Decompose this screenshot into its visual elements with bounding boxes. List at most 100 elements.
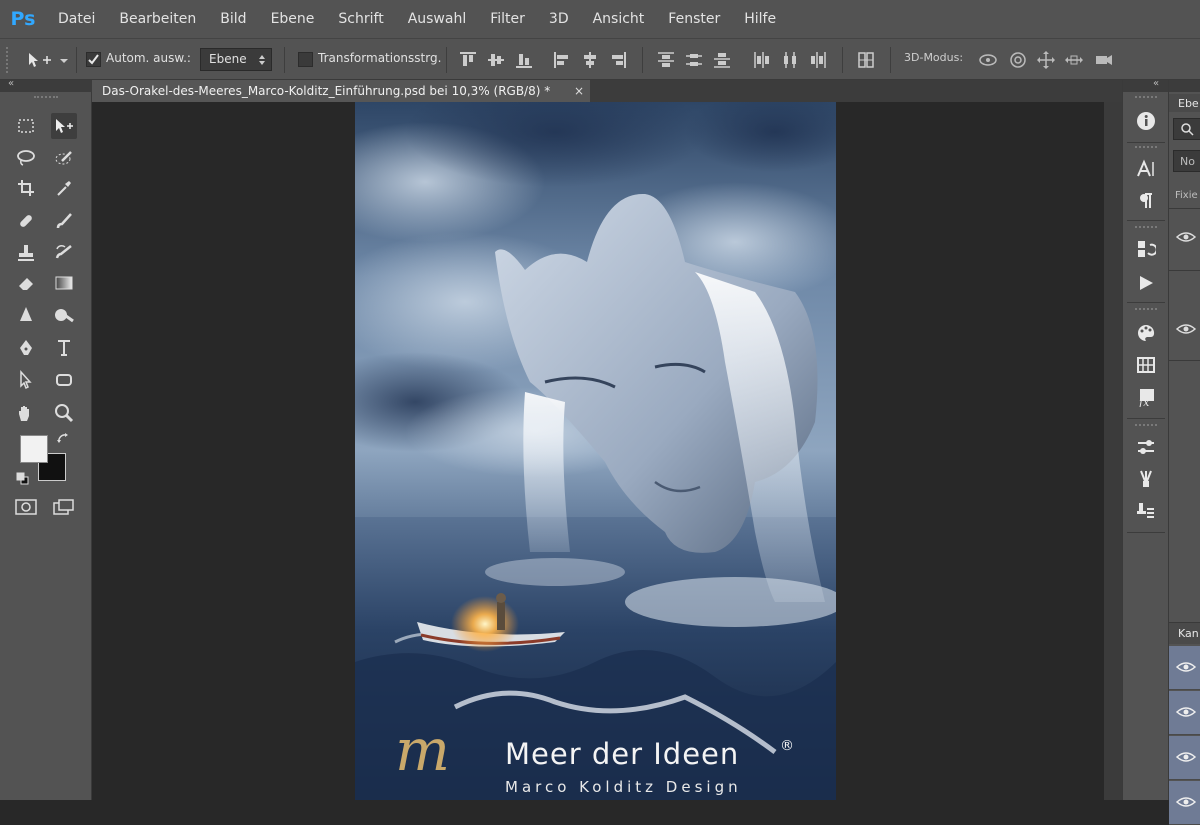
menu-datei[interactable]: Datei: [46, 0, 107, 38]
3d-scale-icon[interactable]: [1094, 50, 1114, 70]
styles-panel-icon[interactable]: fx: [1135, 386, 1157, 408]
path-selection-tool-icon[interactable]: [13, 367, 39, 393]
move-tool-icon[interactable]: [51, 113, 77, 139]
menu-fenster[interactable]: Fenster: [656, 0, 732, 38]
distribute-bottom-icon[interactable]: [712, 50, 732, 70]
channel-row[interactable]: [1169, 781, 1200, 825]
collapse-chevrons-icon[interactable]: «: [1153, 78, 1159, 89]
tools-panel-header[interactable]: «: [0, 78, 92, 92]
menu-ebene[interactable]: Ebene: [259, 0, 327, 38]
layers-panel-header[interactable]: [1169, 80, 1200, 92]
canvas-workspace[interactable]: m Meer der Ideen ® Marco Kolditz Design: [92, 102, 1104, 800]
menu-filter[interactable]: Filter: [478, 0, 537, 38]
swatches-panel-icon[interactable]: [1135, 354, 1157, 376]
clone-source-panel-icon[interactable]: [1135, 500, 1157, 522]
align-bottom-edges-icon[interactable]: [514, 50, 534, 70]
dock-grip-3[interactable]: [1135, 226, 1157, 229]
paragraph-panel-icon[interactable]: [1135, 190, 1157, 212]
healing-brush-tool-icon[interactable]: [13, 208, 39, 234]
channels-tab[interactable]: Kan: [1169, 622, 1200, 644]
color-panel-icon[interactable]: [1135, 322, 1157, 344]
menu-auswahl[interactable]: Auswahl: [396, 0, 479, 38]
distribute-left-icon[interactable]: [752, 50, 772, 70]
tools-grip[interactable]: [34, 96, 58, 99]
history-panel-icon[interactable]: [1135, 238, 1157, 260]
clone-stamp-tool-icon[interactable]: [13, 240, 39, 266]
brush-tool-icon[interactable]: [51, 208, 77, 234]
menu-hilfe[interactable]: Hilfe: [732, 0, 788, 38]
move-tool-preset-icon[interactable]: [26, 50, 70, 70]
transform-controls-checkbox[interactable]: [298, 52, 313, 67]
channel-row[interactable]: [1169, 736, 1200, 780]
3d-pan-icon[interactable]: [1036, 50, 1056, 70]
gradient-tool-icon[interactable]: [51, 270, 77, 296]
tab-close-button[interactable]: ×: [574, 84, 584, 98]
auto-select-checkbox[interactable]: [86, 52, 101, 67]
channel-visibility-eye-icon[interactable]: [1176, 705, 1196, 719]
adjustments-panel-icon[interactable]: [1135, 436, 1157, 458]
document-tab[interactable]: Das-Orakel-des-Meeres_Marco-Kolditz_Einf…: [92, 80, 590, 102]
blend-mode-select[interactable]: No: [1173, 150, 1200, 172]
layer-visibility-eye-icon[interactable]: [1176, 230, 1196, 244]
actions-panel-icon[interactable]: [1135, 272, 1157, 294]
channel-row[interactable]: [1169, 691, 1200, 735]
rectangle-tool-icon[interactable]: [51, 367, 77, 393]
document-canvas[interactable]: m Meer der Ideen ® Marco Kolditz Design: [355, 102, 836, 800]
layer-select-dropdown[interactable]: Ebene: [200, 48, 272, 71]
auto-align-layers-icon[interactable]: [856, 50, 876, 70]
hand-tool-icon[interactable]: [13, 400, 39, 426]
lasso-tool-icon[interactable]: [13, 145, 39, 171]
eraser-tool-icon[interactable]: [13, 270, 39, 296]
crop-tool-icon[interactable]: [13, 175, 39, 201]
align-top-edges-icon[interactable]: [458, 50, 478, 70]
layer-filter-search[interactable]: [1173, 118, 1200, 140]
layer-visibility-eye-icon[interactable]: [1176, 322, 1196, 336]
default-colors-icon[interactable]: [16, 472, 30, 486]
menu-schrift[interactable]: Schrift: [326, 0, 395, 38]
dock-grip-2[interactable]: [1135, 146, 1157, 149]
vertical-scrollbar[interactable]: [1104, 102, 1122, 800]
3d-roll-icon[interactable]: [1008, 50, 1028, 70]
quick-selection-tool-icon[interactable]: [51, 145, 77, 171]
align-horizontal-centers-icon[interactable]: [580, 50, 600, 70]
3d-rotate-icon[interactable]: [978, 50, 998, 70]
foreground-color-swatch[interactable]: [20, 435, 48, 463]
layers-tab[interactable]: Ebe: [1169, 94, 1200, 112]
dodge-tool-icon[interactable]: [51, 302, 77, 328]
menu-bearbeiten[interactable]: Bearbeiten: [107, 0, 208, 38]
marquee-tool-icon[interactable]: [13, 113, 39, 139]
distribute-horizontal-centers-icon[interactable]: [780, 50, 800, 70]
screen-mode-icon[interactable]: [52, 498, 76, 516]
brush-presets-panel-icon[interactable]: [1135, 468, 1157, 490]
dock-grip[interactable]: [1135, 96, 1157, 99]
distribute-right-icon[interactable]: [808, 50, 828, 70]
dock-grip-4[interactable]: [1135, 308, 1157, 311]
menu-bild[interactable]: Bild: [208, 0, 258, 38]
pen-tool-icon[interactable]: [13, 335, 39, 361]
align-vertical-centers-icon[interactable]: [486, 50, 506, 70]
dock-grip-5[interactable]: [1135, 424, 1157, 427]
menu-3d[interactable]: 3D: [537, 0, 581, 38]
menu-ansicht[interactable]: Ansicht: [581, 0, 657, 38]
collapse-chevrons-icon[interactable]: «: [8, 78, 14, 89]
blur-tool-icon[interactable]: [13, 302, 39, 328]
channel-visibility-eye-icon[interactable]: [1176, 660, 1196, 674]
zoom-tool-icon[interactable]: [51, 400, 77, 426]
eyedropper-tool-icon[interactable]: [51, 175, 77, 201]
character-panel-icon[interactable]: [1135, 158, 1157, 180]
channel-visibility-eye-icon[interactable]: [1176, 795, 1196, 809]
align-left-edges-icon[interactable]: [552, 50, 572, 70]
history-brush-tool-icon[interactable]: [51, 240, 77, 266]
info-panel-icon[interactable]: [1135, 110, 1157, 132]
dock-header[interactable]: «: [1123, 78, 1169, 92]
distribute-vertical-centers-icon[interactable]: [684, 50, 704, 70]
quick-mask-icon[interactable]: [14, 498, 38, 516]
align-right-edges-icon[interactable]: [608, 50, 628, 70]
channel-row[interactable]: [1169, 646, 1200, 690]
swap-colors-icon[interactable]: [56, 432, 70, 446]
options-grip[interactable]: [6, 47, 10, 73]
3d-slide-icon[interactable]: [1064, 50, 1084, 70]
distribute-top-icon[interactable]: [656, 50, 676, 70]
type-tool-icon[interactable]: [51, 335, 77, 361]
channel-visibility-eye-icon[interactable]: [1176, 750, 1196, 764]
